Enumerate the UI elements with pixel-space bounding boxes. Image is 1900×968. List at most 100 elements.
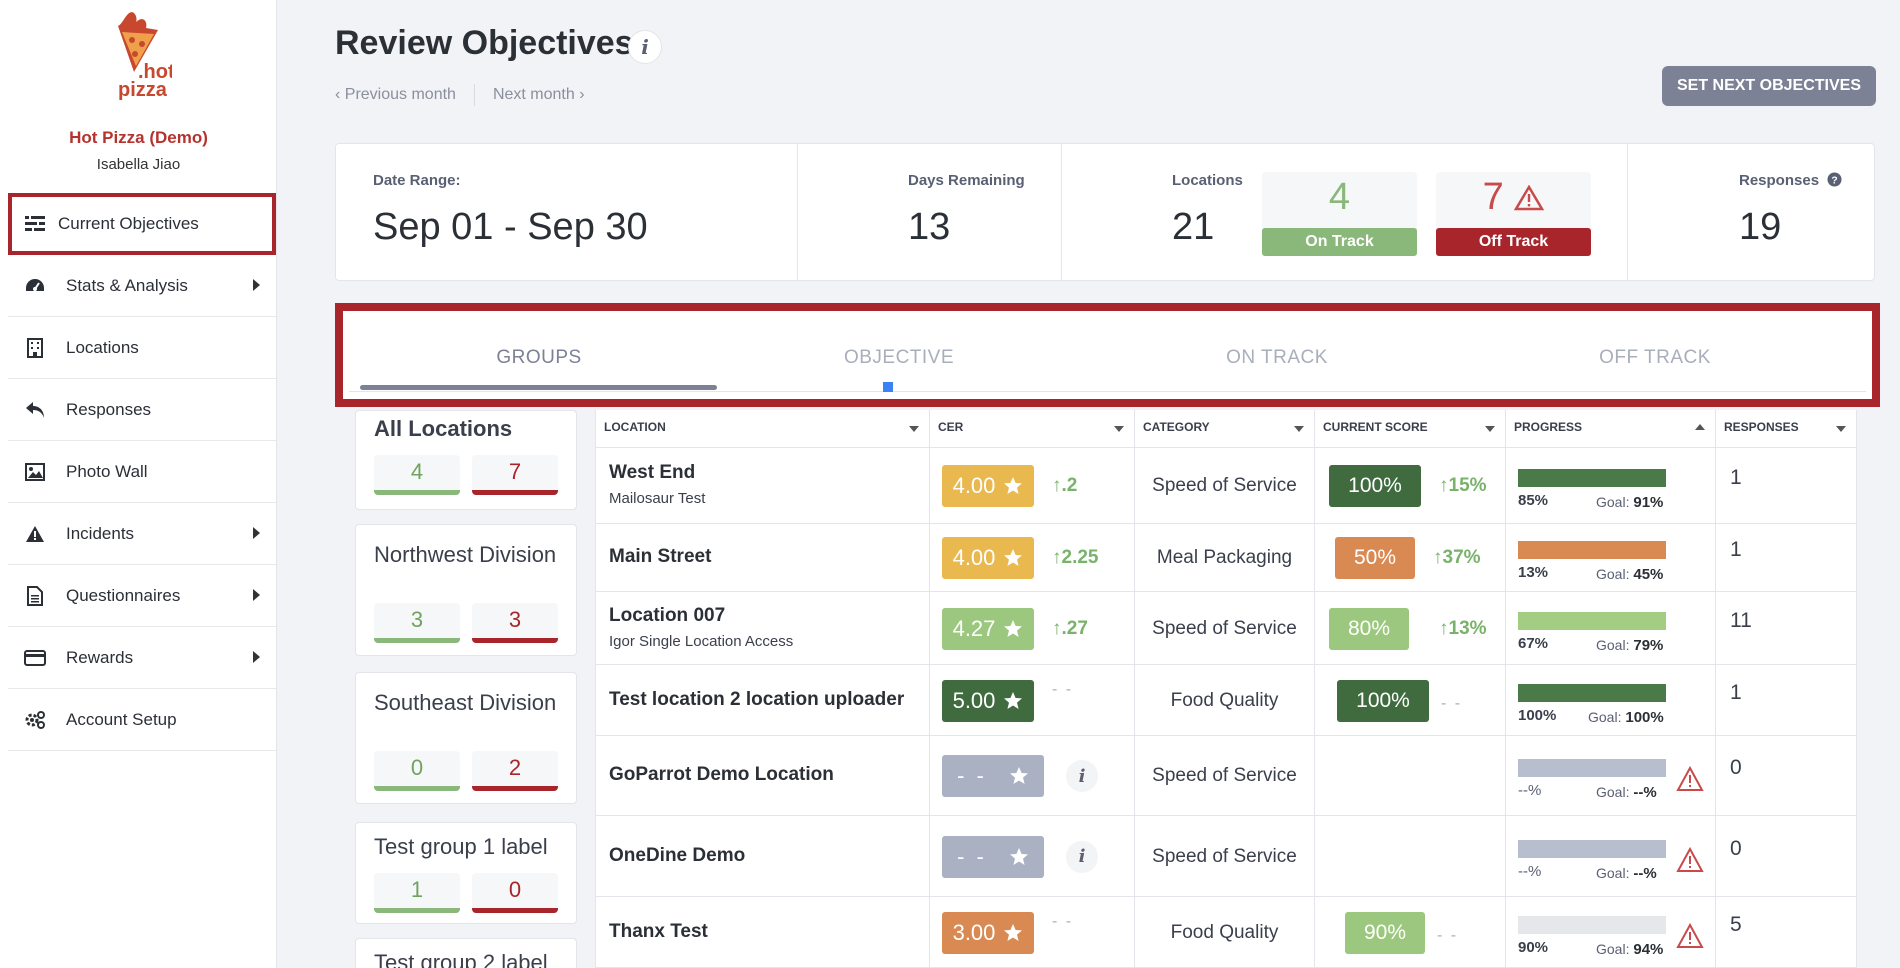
group-name: Test group 2 label (374, 950, 548, 968)
responses-cell: 1 (1716, 665, 1857, 735)
info-icon[interactable]: i (628, 30, 662, 64)
progress-cell: --% Goal: --% (1506, 816, 1716, 896)
column-header-responses[interactable]: RESPONSES (1716, 410, 1857, 448)
group-test-group-1[interactable]: Test group 1 label 1 0 (355, 822, 577, 924)
cer-cell: 4.00 ↑.2 (930, 448, 1135, 523)
category-cell: Speed of Service (1135, 592, 1315, 664)
sidebar-item-stats-analysis[interactable]: Stats & Analysis (8, 255, 276, 317)
summary-card: Date Range: Sep 01 - Sep 30 Days Remaini… (335, 143, 1875, 281)
progress-cell: 85% Goal: 91% (1506, 448, 1716, 523)
expand-caret-icon (253, 651, 260, 663)
column-header-current-score[interactable]: CURRENT SCORE (1315, 410, 1506, 448)
help-icon[interactable]: ? (1827, 172, 1842, 187)
sidebar-item-locations[interactable]: Locations (8, 317, 276, 379)
responses-cell: 1 (1716, 524, 1857, 591)
responses-label-row: Responses ? (1739, 172, 1842, 189)
cer-badge: 5.00 (942, 679, 1034, 722)
cer-change: ↑.2 (1052, 475, 1078, 496)
sidebar-item-account-setup[interactable]: Account Setup (8, 689, 276, 751)
date-range-section: Date Range: Sep 01 - Sep 30 (336, 144, 798, 280)
goal-value: --% (1633, 784, 1657, 801)
location-name[interactable]: OneDine Demo (609, 845, 745, 867)
location-name[interactable]: Test location 2 location uploader (609, 689, 904, 711)
off-track-label: Off Track (1436, 228, 1591, 256)
location-name[interactable]: GoParrot Demo Location (609, 764, 834, 786)
sidebar-item-incidents[interactable]: Incidents (8, 503, 276, 565)
responses-cell: 0 (1716, 736, 1857, 815)
responses-count: 1 (1730, 680, 1742, 704)
on-track-box[interactable]: 4 On Track (1262, 172, 1417, 256)
progress-bar (1518, 759, 1666, 777)
responses-count: 5 (1730, 912, 1742, 936)
sidebar-item-questionnaires[interactable]: Questionnaires (8, 565, 276, 627)
table-row[interactable]: GoParrot Demo Location - - i Speed of Servi… (596, 736, 1857, 816)
set-next-objectives-button[interactable]: SET NEXT OBJECTIVES (1662, 66, 1876, 106)
tab-off-track[interactable]: OFF TRACK (1477, 347, 1833, 369)
category-cell: Meal Packaging (1135, 524, 1315, 591)
score-change: ↑13% (1439, 617, 1487, 639)
responses-cell: 11 (1716, 592, 1857, 664)
group-test-group-2[interactable]: Test group 2 label (355, 938, 577, 968)
off-track-box[interactable]: 7 Off Track (1436, 172, 1591, 256)
location-name[interactable]: Thanx Test (609, 921, 708, 943)
sort-down-icon (1294, 426, 1304, 432)
goal-caption: Goal: (1596, 940, 1634, 957)
location-cell: GoParrot Demo Location (596, 736, 930, 815)
table-row[interactable]: OneDine Demo - - i Speed of Service --% Goal:… (596, 816, 1857, 897)
previous-month-link[interactable]: ‹ Previous month (335, 86, 456, 104)
credit-card-icon (24, 647, 46, 669)
tab-on-track[interactable]: ON TRACK (1099, 347, 1455, 369)
table-row[interactable]: West End Mailosaur Test 4.00 ↑.2 Speed of Se… (596, 448, 1857, 524)
location-name[interactable]: Main Street (609, 546, 711, 568)
table-row[interactable]: Main Street 4.00 ↑2.25 Meal Packaging 50% ↑37… (596, 524, 1857, 592)
group-southeast-division[interactable]: Southeast Division 0 2 (355, 672, 577, 804)
table-row[interactable]: Test location 2 location uploader 5.00 - -… (596, 665, 1857, 736)
location-name[interactable]: West End (609, 462, 695, 484)
info-icon[interactable]: i (1066, 840, 1098, 873)
info-icon[interactable]: i (1066, 760, 1098, 792)
column-header-category[interactable]: CATEGORY (1135, 410, 1315, 448)
next-month-link[interactable]: Next month › (493, 86, 585, 104)
tab-objective[interactable]: OBJECTIVE (721, 347, 1077, 369)
column-header-cer[interactable]: CER (930, 410, 1135, 448)
dashboard-gauge-icon (24, 275, 46, 297)
column-header-location[interactable]: LOCATION (596, 410, 930, 448)
location-cell: Location 007 Igor Single Location Access (596, 592, 930, 664)
building-icon (24, 337, 46, 359)
group-all-locations[interactable]: All Locations 4 7 (355, 410, 577, 510)
sidebar-nav: Current Objectives Stats & Analysis Loca… (8, 193, 276, 751)
group-on-track-count: 1 (374, 873, 460, 913)
current-score-cell: 90% - - (1315, 897, 1506, 967)
cer-badge: 3.00 (942, 911, 1034, 954)
locations-label: Locations (1172, 172, 1243, 189)
location-name[interactable]: Location 007 (609, 605, 725, 627)
score-badge: 100% (1337, 679, 1429, 722)
warning-icon (1514, 184, 1545, 211)
table-row[interactable]: Thanx Test 3.00 - - Food Quality 90% - - 90% Go… (596, 897, 1857, 968)
objectives-table: LOCATION CER CATEGORY CURRENT SCORE PROG… (595, 410, 1857, 968)
cer-badge: - - (942, 755, 1044, 797)
cer-change: - - (1052, 680, 1074, 698)
progress-cell: 67% Goal: 79% (1506, 592, 1716, 664)
star-icon (1004, 477, 1023, 494)
column-header-label: CATEGORY (1143, 420, 1210, 434)
group-northwest-division[interactable]: Northwest Division 3 3 (355, 524, 577, 656)
progress-percent: 100% (1518, 706, 1557, 724)
sidebar: .hot pizza Hot Pizza (Demo) Isabella Jia… (0, 0, 277, 968)
cer-badge: 4.27 (942, 607, 1034, 650)
sidebar-item-current-objectives[interactable]: Current Objectives (8, 193, 276, 255)
tab-groups[interactable]: GROUPS (361, 347, 717, 369)
goal-value: 91% (1633, 494, 1664, 511)
sort-up-icon (1695, 424, 1705, 430)
warning-icon (1676, 922, 1704, 948)
sidebar-item-photo-wall[interactable]: Photo Wall (8, 441, 276, 503)
sidebar-item-rewards[interactable]: Rewards (8, 627, 276, 689)
column-header-label: LOCATION (604, 420, 666, 434)
column-header-progress[interactable]: PROGRESS (1506, 410, 1716, 448)
cer-badge: - - (942, 835, 1044, 878)
table-row[interactable]: Location 007 Igor Single Location Access 4… (596, 592, 1857, 665)
gears-icon (24, 709, 46, 731)
category-name: Speed of Service (1152, 765, 1297, 786)
sidebar-item-responses[interactable]: Responses (8, 379, 276, 441)
sort-down-icon (1114, 426, 1124, 432)
